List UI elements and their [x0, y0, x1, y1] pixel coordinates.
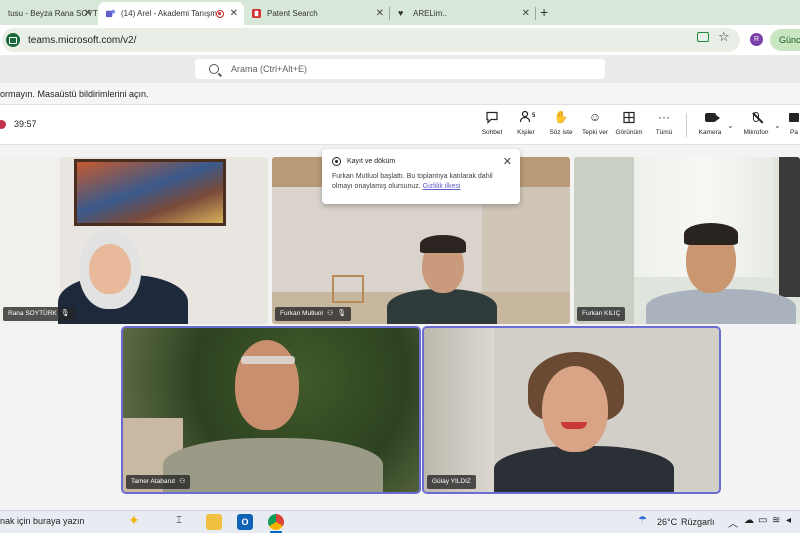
- participant-face: [542, 366, 608, 452]
- chevron-up-icon[interactable]: ︿: [728, 515, 738, 530]
- weather-icon[interactable]: ☂: [638, 515, 647, 526]
- participant-face: [235, 340, 299, 430]
- participant-body: [494, 446, 674, 492]
- heart-favicon-icon: ♥: [398, 8, 404, 18]
- recording-indicator-icon: [216, 9, 224, 18]
- close-icon[interactable]: ✕: [503, 155, 512, 168]
- raise-hand-icon: ✋: [553, 110, 569, 124]
- browser-tab[interactable]: Patent Search ✕: [244, 2, 390, 25]
- taskbar-search-field[interactable]: nak için buraya yazın: [0, 516, 85, 526]
- url-field[interactable]: teams.microsoft.com/v2/: [2, 28, 740, 52]
- browser-tab[interactable]: ♥ ARELim.. ✕: [390, 2, 536, 25]
- mic-options-chevron-icon[interactable]: ⌄: [774, 121, 781, 130]
- wifi-icon[interactable]: ≋: [772, 515, 780, 526]
- participant-body: [163, 438, 383, 492]
- copilot-sparkle-icon[interactable]: ✦: [128, 512, 140, 529]
- profile-avatar[interactable]: R: [750, 33, 763, 46]
- privacy-policy-link[interactable]: Gizlilik ilkesi: [423, 183, 461, 190]
- browser-tab-strip: tusu - Beyza Rana SOYTÜ ✕ (14) Arel - Ak…: [0, 0, 800, 25]
- search-placeholder: Arama (Ctrl+Alt+E): [231, 64, 308, 74]
- notification-banner[interactable]: ormayın. Masaüstü bildirimlerini açın.: [0, 83, 800, 105]
- participant-body: [646, 289, 796, 324]
- participant-tile[interactable]: Rana SOYTÜRK 🎙: [0, 157, 268, 324]
- teams-favicon-icon: [106, 9, 115, 18]
- participant-tile-active-speaker[interactable]: Gülay YILDIZ: [422, 326, 721, 494]
- address-bar: teams.microsoft.com/v2/ ☆ R Güncel: [0, 25, 800, 55]
- organizer-icon: ⚇: [327, 310, 334, 317]
- participant-count: 5: [532, 113, 536, 119]
- camera-options-chevron-icon[interactable]: ⌄: [727, 121, 734, 130]
- participant-body: [387, 289, 497, 324]
- react-icon: ☺: [588, 110, 602, 124]
- patent-favicon-icon: [252, 9, 261, 18]
- bookmark-star-icon[interactable]: ☆: [718, 29, 730, 45]
- weather-temperature[interactable]: 26°C: [657, 517, 677, 527]
- tab-title: ARELim..: [413, 9, 447, 18]
- mic-button[interactable]: Mikrofon: [736, 110, 776, 142]
- meeting-toolbar: 39:57 Sohbet 5 Kişiler ✋ Söz iste ☺ Tepk…: [0, 105, 800, 145]
- mic-off-icon: 🎙: [337, 310, 347, 317]
- toolbar-divider: [686, 113, 687, 137]
- cast-icon[interactable]: [697, 32, 709, 42]
- curtain-image: [424, 328, 494, 492]
- painting-image: [74, 159, 226, 226]
- participant-tile-active-speaker[interactable]: Tamer Atabarut ⚇: [121, 326, 421, 494]
- glasses-shape: [241, 356, 295, 364]
- meeting-timer: 39:57: [14, 119, 37, 129]
- view-icon: [623, 111, 635, 124]
- file-explorer-icon[interactable]: [206, 514, 222, 530]
- more-icon: ···: [658, 110, 670, 124]
- close-tab-icon[interactable]: ✕: [230, 8, 238, 19]
- onedrive-icon[interactable]: ☁: [744, 515, 754, 526]
- outlook-icon[interactable]: O: [237, 514, 253, 530]
- chrome-icon[interactable]: [268, 514, 284, 530]
- mic-off-icon: [752, 110, 764, 125]
- participant-name-tag: Furkan Mutluol ⚇ 🎙: [275, 307, 352, 321]
- new-tab-button[interactable]: +: [540, 4, 548, 20]
- participant-name-tag: Rana SOYTÜRK 🎙: [3, 307, 75, 321]
- recording-icon: [332, 157, 341, 166]
- camera-button[interactable]: Kamera: [690, 110, 730, 142]
- camera-icon: [704, 110, 720, 125]
- task-view-icon[interactable]: ⌶: [176, 515, 182, 526]
- organizer-icon: ⚇: [179, 478, 186, 485]
- site-info-icon[interactable]: [6, 33, 20, 47]
- participant-face: [89, 244, 131, 294]
- browser-tab-active[interactable]: (14) Arel - Akademi Tanışma ✕: [98, 2, 244, 25]
- teams-header: Arama (Ctrl+Alt+E): [0, 55, 800, 83]
- share-icon: [789, 110, 799, 125]
- recording-dot-icon: [0, 120, 6, 129]
- tab-title: Patent Search: [267, 9, 318, 18]
- popup-title: Kayıt ve döküm: [347, 158, 396, 165]
- close-tab-icon[interactable]: ✕: [522, 8, 530, 19]
- volume-icon[interactable]: ◂: [786, 515, 791, 526]
- share-button[interactable]: Pa: [784, 110, 800, 142]
- people-icon: 5: [519, 110, 536, 125]
- close-tab-icon[interactable]: ✕: [84, 8, 92, 19]
- view-button[interactable]: Görünüm: [609, 110, 649, 142]
- url-text[interactable]: teams.microsoft.com/v2/: [28, 35, 136, 46]
- close-tab-icon[interactable]: ✕: [376, 8, 384, 19]
- more-button[interactable]: ··· Tümü: [644, 110, 684, 142]
- os-taskbar: nak için buraya yazın ✦ ⌶ O ☂ 26°C Rüzga…: [0, 510, 800, 533]
- participant-name-tag: Furkan KILIÇ: [577, 307, 626, 321]
- search-input[interactable]: Arama (Ctrl+Alt+E): [195, 59, 605, 79]
- popup-body-text: Furkan Mutluol başlattı. Bu toplantıya k…: [332, 173, 493, 190]
- battery-icon[interactable]: ▭: [758, 515, 767, 526]
- update-button[interactable]: Güncel: [770, 29, 800, 51]
- people-button[interactable]: 5 Kişiler: [506, 110, 546, 142]
- browser-tab[interactable]: tusu - Beyza Rana SOYTÜ ✕: [0, 2, 98, 25]
- participant-name-tag: Tamer Atabarut ⚇: [126, 475, 191, 489]
- tab-title: (14) Arel - Akademi Tanışma: [121, 9, 216, 18]
- mic-off-icon: 🎙: [60, 310, 70, 317]
- participant-name-tag: Gülay YILDIZ: [427, 475, 476, 489]
- weather-description[interactable]: Rüzgarlı: [681, 517, 715, 527]
- chair-image: [332, 275, 364, 303]
- search-icon: [209, 64, 219, 74]
- recording-notice-popup: Kayıt ve döküm ✕ Furkan Mutluol başlattı…: [322, 149, 520, 204]
- chat-icon: [486, 111, 498, 124]
- participant-tile[interactable]: Furkan KILIÇ: [574, 157, 800, 324]
